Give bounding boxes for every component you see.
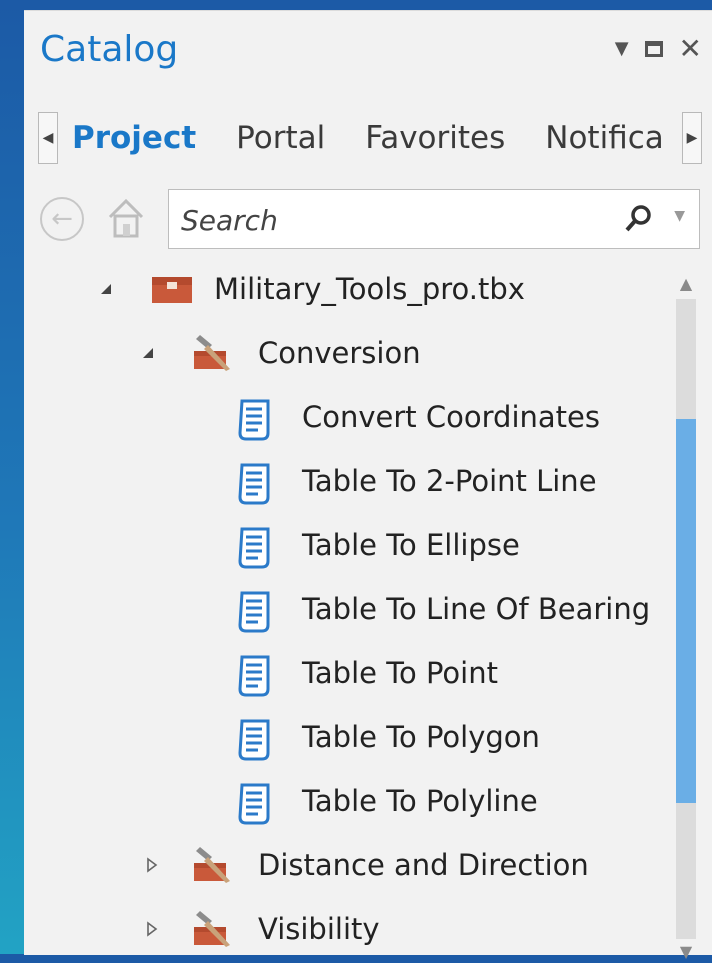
home-button[interactable] <box>106 195 146 239</box>
expand-icon[interactable] <box>142 919 162 939</box>
toolset-icon <box>194 911 230 947</box>
catalog-tree: Military_Tools_pro.tbx Conversion Conver… <box>24 255 672 955</box>
tab-favorites[interactable]: Favorites <box>345 120 525 156</box>
script-tool-icon <box>238 591 270 633</box>
search-dropdown-icon[interactable]: ▼ <box>674 208 685 224</box>
toolset-icon <box>194 847 230 883</box>
tree-item-tool[interactable]: Table To Line Of Bearing <box>24 577 672 641</box>
script-tool-icon <box>238 719 270 761</box>
tab-portal[interactable]: Portal <box>216 120 345 156</box>
tree-item-tool[interactable]: Table To Polyline <box>24 769 672 833</box>
collapse-icon[interactable] <box>138 343 158 363</box>
close-icon[interactable]: ✕ <box>679 35 702 63</box>
script-tool-icon <box>238 527 270 569</box>
tool-label: Convert Coordinates <box>302 400 600 434</box>
tool-label: Table To Point <box>302 656 498 690</box>
pane-title: Catalog <box>40 29 179 70</box>
scroll-down-icon[interactable]: ▼ <box>674 941 698 963</box>
maximize-icon[interactable] <box>644 41 663 57</box>
toolset-label: Visibility <box>258 912 380 946</box>
window-controls: ▼ ✕ <box>615 35 702 63</box>
tree-item-tool[interactable]: Convert Coordinates <box>24 385 672 449</box>
back-arrow-icon: ← <box>51 204 73 234</box>
tree-item-tool[interactable]: Table To Ellipse <box>24 513 672 577</box>
tab-scroll-right-button[interactable]: ▶ <box>682 112 702 164</box>
tab-strip: Project Portal Favorites Notifica <box>58 103 682 173</box>
tab-scroll-left-button[interactable]: ◀ <box>38 112 58 164</box>
tool-label: Table To Ellipse <box>302 528 520 562</box>
script-tool-icon <box>238 655 270 697</box>
scroll-up-icon[interactable]: ▲ <box>674 273 698 295</box>
tool-label: Table To Polyline <box>302 784 538 818</box>
tab-project[interactable]: Project <box>58 120 216 156</box>
search-input[interactable] <box>179 200 583 240</box>
tree-item-toolbox[interactable]: Military_Tools_pro.tbx <box>24 257 672 321</box>
tree-item-toolset-visibility[interactable]: Visibility <box>24 897 672 961</box>
catalog-pane: Catalog ▼ ✕ ◀ Project Portal Favorites N… <box>24 10 712 961</box>
toolset-icon <box>194 335 230 371</box>
tree-item-toolset-distance-direction[interactable]: Distance and Direction <box>24 833 672 897</box>
toolset-label: Conversion <box>258 336 421 370</box>
pane-options-icon[interactable]: ▼ <box>615 35 629 63</box>
search-icon[interactable] <box>621 202 655 236</box>
search-box: ▼ <box>168 189 700 249</box>
back-button[interactable]: ← <box>40 197 84 241</box>
catalog-nav-row: ← ▼ <box>38 189 708 253</box>
tree-item-tool[interactable]: Table To Polygon <box>24 705 672 769</box>
script-tool-icon <box>238 399 270 441</box>
tree-item-tool[interactable]: Table To Point <box>24 641 672 705</box>
toolbox-label: Military_Tools_pro.tbx <box>214 272 525 306</box>
toolbox-icon <box>152 277 192 303</box>
scroll-thumb[interactable] <box>676 419 696 803</box>
home-icon <box>108 198 144 238</box>
tool-label: Table To Polygon <box>302 720 540 754</box>
tool-label: Table To 2-Point Line <box>302 464 597 498</box>
tab-notifications[interactable]: Notifica <box>525 120 682 156</box>
tree-scrollbar[interactable]: ▲ ▼ <box>674 273 698 963</box>
script-tool-icon <box>238 463 270 505</box>
catalog-tabs: ◀ Project Portal Favorites Notifica ▶ <box>38 103 702 173</box>
tree-item-toolset-conversion[interactable]: Conversion <box>24 321 672 385</box>
tree-item-tool[interactable]: Table To 2-Point Line <box>24 449 672 513</box>
collapse-icon[interactable] <box>96 279 116 299</box>
expand-icon[interactable] <box>142 855 162 875</box>
script-tool-icon <box>238 783 270 825</box>
toolset-label: Distance and Direction <box>258 848 589 882</box>
scroll-track[interactable] <box>676 299 696 939</box>
tool-label: Table To Line Of Bearing <box>302 592 651 626</box>
